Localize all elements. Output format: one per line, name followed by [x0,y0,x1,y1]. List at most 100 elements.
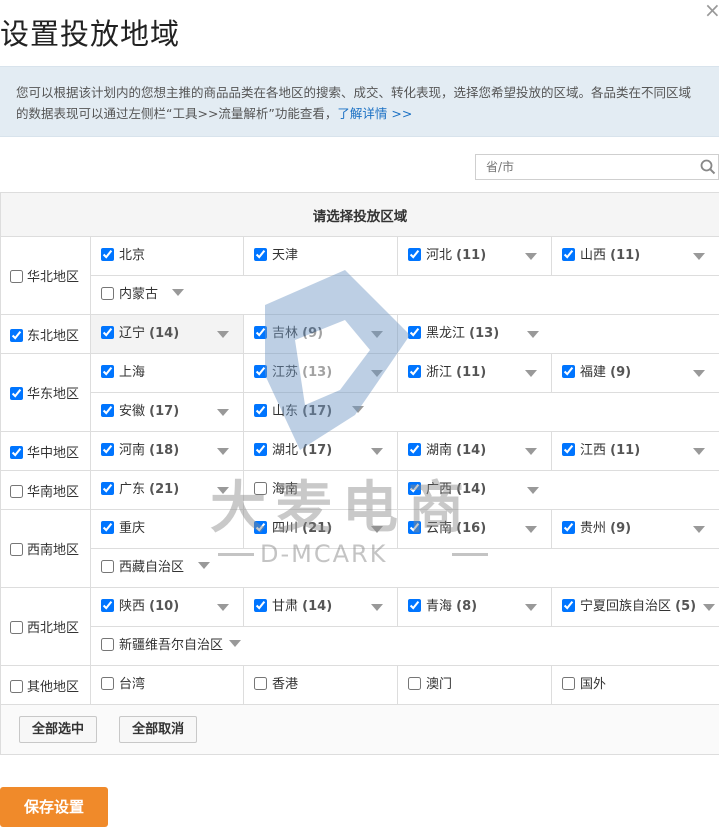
cancel-all-button[interactable]: 全部取消 [119,716,197,743]
province-checkbox[interactable] [408,677,421,690]
province-checkbox[interactable] [101,443,114,456]
province-heilongjiang[interactable]: 黑龙江 (13) [398,315,719,353]
province-hebei[interactable]: 河北 (11) [398,237,551,275]
chevron-down-icon[interactable] [371,370,383,377]
chevron-down-icon[interactable] [371,604,383,611]
chevron-down-icon[interactable] [693,370,705,377]
region-north-china[interactable]: 华北地区 [1,237,91,315]
province-shanxi[interactable]: 山西 (11) [552,237,719,275]
region-checkbox[interactable] [10,329,23,342]
province-jiangsu[interactable]: 江苏 (13) [244,354,397,392]
chevron-down-icon[interactable] [371,331,383,338]
province-overseas[interactable]: 国外 [552,666,719,704]
chevron-down-icon[interactable] [217,487,229,494]
province-checkbox[interactable] [562,248,575,261]
chevron-down-icon[interactable] [525,604,537,611]
province-henan[interactable]: 河南 (18) [91,432,243,470]
chevron-down-icon[interactable] [693,448,705,455]
province-checkbox[interactable] [101,560,114,573]
chevron-down-icon[interactable] [352,406,364,413]
learn-more-link[interactable]: 了解详情 >> [337,106,412,121]
chevron-down-icon[interactable] [217,409,229,416]
province-inner-mongolia[interactable]: 内蒙古 [91,276,719,314]
province-hainan[interactable]: 海南 [244,471,397,509]
search-input[interactable] [484,155,684,179]
chevron-down-icon[interactable] [371,448,383,455]
chevron-down-icon[interactable] [371,526,383,533]
province-guizhou[interactable]: 贵州 (9) [552,510,719,548]
region-checkbox[interactable] [10,621,23,634]
chevron-down-icon[interactable] [217,448,229,455]
province-checkbox[interactable] [408,599,421,612]
province-zhejiang[interactable]: 浙江 (11) [398,354,551,392]
close-icon[interactable]: × [704,0,719,22]
region-southwest[interactable]: 西南地区 [1,510,91,588]
province-tianjin[interactable]: 天津 [244,237,397,275]
province-checkbox[interactable] [254,326,267,339]
province-checkbox[interactable] [254,677,267,690]
chevron-down-icon[interactable] [217,604,229,611]
region-northwest[interactable]: 西北地区 [1,588,91,666]
province-guangxi[interactable]: 广西 (14) [398,471,719,509]
chevron-down-icon[interactable] [693,253,705,260]
province-checkbox[interactable] [408,443,421,456]
region-checkbox[interactable] [10,270,23,283]
region-checkbox[interactable] [10,485,23,498]
chevron-down-icon[interactable] [527,331,539,338]
region-south-china[interactable]: 华南地区 [1,471,91,510]
save-button[interactable]: 保存设置 [0,787,108,827]
province-jilin[interactable]: 吉林 (9) [244,315,397,353]
province-checkbox[interactable] [101,248,114,261]
province-taiwan[interactable]: 台湾 [91,666,243,704]
chevron-down-icon[interactable] [525,448,537,455]
province-checkbox[interactable] [562,521,575,534]
province-checkbox[interactable] [101,638,114,651]
select-all-button[interactable]: 全部选中 [19,716,97,743]
province-hunan[interactable]: 湖南 (14) [398,432,551,470]
province-hubei[interactable]: 湖北 (17) [244,432,397,470]
region-checkbox[interactable] [10,543,23,556]
province-checkbox[interactable] [101,482,114,495]
province-checkbox[interactable] [101,326,114,339]
province-checkbox[interactable] [254,404,267,417]
region-east-china[interactable]: 华东地区 [1,354,91,432]
region-central-china[interactable]: 华中地区 [1,432,91,471]
province-checkbox[interactable] [408,482,421,495]
province-hongkong[interactable]: 香港 [244,666,397,704]
province-qinghai[interactable]: 青海 (8) [398,588,551,626]
province-beijing[interactable]: 北京 [91,237,243,275]
province-liaoning[interactable]: 辽宁 (14) [91,315,243,353]
chevron-down-icon[interactable] [229,640,241,647]
region-checkbox[interactable] [10,680,23,693]
province-tibet[interactable]: 西藏自治区 [91,549,719,587]
chevron-down-icon[interactable] [693,526,705,533]
chevron-down-icon[interactable] [525,253,537,260]
province-gansu[interactable]: 甘肃 (14) [244,588,397,626]
province-guangdong[interactable]: 广东 (21) [91,471,243,509]
province-checkbox[interactable] [101,404,114,417]
province-checkbox[interactable] [254,365,267,378]
province-checkbox[interactable] [101,287,114,300]
province-checkbox[interactable] [101,521,114,534]
region-checkbox[interactable] [10,387,23,400]
province-checkbox[interactable] [254,521,267,534]
province-checkbox[interactable] [254,443,267,456]
province-chongqing[interactable]: 重庆 [91,510,243,548]
province-shaanxi[interactable]: 陕西 (10) [91,588,243,626]
province-checkbox[interactable] [101,365,114,378]
region-northeast[interactable]: 东北地区 [1,315,91,354]
province-anhui[interactable]: 安徽 (17) [91,393,243,431]
chevron-down-icon[interactable] [172,289,184,296]
region-checkbox[interactable] [10,446,23,459]
province-checkbox[interactable] [254,599,267,612]
province-checkbox[interactable] [562,365,575,378]
province-shandong[interactable]: 山东 (17) [244,393,719,431]
chevron-down-icon[interactable] [525,526,537,533]
province-checkbox[interactable] [562,443,575,456]
province-checkbox[interactable] [408,365,421,378]
province-checkbox[interactable] [408,521,421,534]
chevron-down-icon[interactable] [525,370,537,377]
province-checkbox[interactable] [254,482,267,495]
province-xinjiang[interactable]: 新疆维吾尔自治区 [91,627,719,665]
search-icon[interactable] [700,159,716,179]
